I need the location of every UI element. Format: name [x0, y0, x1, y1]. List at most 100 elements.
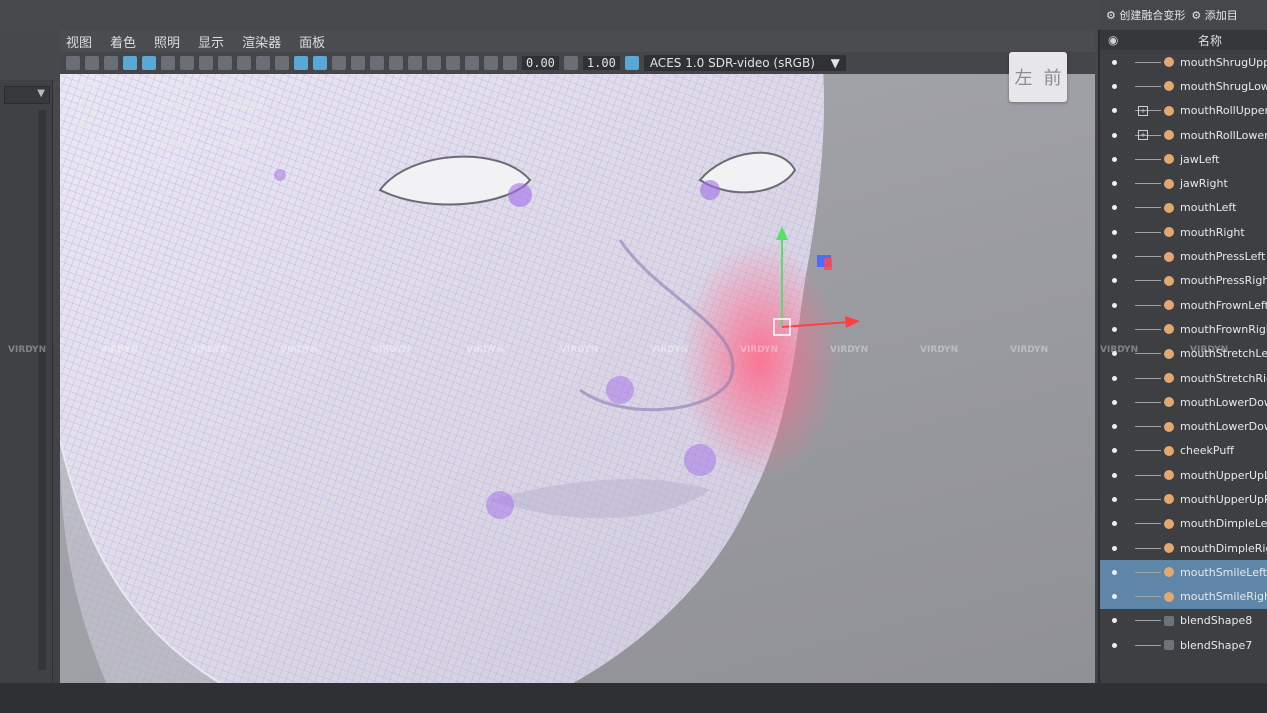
gate-mask-icon[interactable] [218, 56, 232, 70]
viewcube-left-face[interactable]: 左 [1015, 64, 1033, 90]
visibility-dot-icon[interactable] [1112, 642, 1117, 648]
camera-icon[interactable] [66, 56, 80, 70]
ambient-occlusion-icon[interactable] [389, 56, 403, 70]
menu-shading[interactable]: 着色 [110, 32, 136, 51]
gamma-icon[interactable] [563, 56, 578, 70]
smooth-shade-icon[interactable] [294, 56, 308, 70]
visibility-dot-icon[interactable] [1112, 59, 1117, 65]
camera-attributes-icon[interactable] [85, 56, 99, 70]
visibility-dot-icon[interactable] [1112, 569, 1117, 575]
visibility-dot-icon[interactable] [1112, 496, 1117, 502]
expand-icon[interactable]: + [1138, 105, 1148, 116]
wireframe-on-shaded-icon[interactable] [313, 56, 327, 70]
exposure-icon[interactable] [503, 56, 517, 70]
outliner-row[interactable]: mouthSmileRight [1100, 584, 1267, 609]
hud-value: 965030 [152, 158, 191, 169]
visibility-dot-icon[interactable] [1112, 472, 1117, 478]
outliner-row[interactable]: mouthUpperUpRight [1100, 487, 1267, 511]
outliner-row[interactable]: mouthRight [1100, 220, 1267, 244]
visibility-dot-icon[interactable] [1112, 302, 1117, 308]
multisample-icon[interactable] [427, 56, 441, 70]
menu-view[interactable]: 视图 [66, 32, 92, 51]
visibility-dot-icon[interactable] [1112, 618, 1117, 624]
add-target-button[interactable]: ⚙ 添加目 [1191, 7, 1237, 23]
outliner-row[interactable]: mouthShrugUpper [1100, 50, 1267, 74]
outliner-item-label: mouthFrownRight [1180, 322, 1267, 336]
wireframe-icon[interactable] [275, 56, 289, 70]
expand-icon[interactable]: + [1138, 130, 1148, 141]
resolution-gate-icon[interactable] [199, 56, 213, 70]
menu-panels[interactable]: 面板 [299, 32, 325, 51]
bookmark-icon[interactable] [104, 56, 118, 70]
xray-joints-icon[interactable] [484, 56, 498, 70]
3d-viewport[interactable]: 视图 着色 照明 显示 渲染器 面板 0.00 1.00 ACES 1.0 SD… [60, 30, 1095, 713]
textured-icon[interactable] [332, 56, 346, 70]
outliner-row[interactable]: jawLeft [1100, 147, 1267, 171]
outliner-row[interactable]: mouthDimpleLeft [1100, 512, 1267, 536]
outliner-item-label: mouthDimpleRight [1180, 541, 1267, 555]
hud-row: 边 2484577 168825 0 [78, 97, 360, 116]
menu-show[interactable]: 显示 [198, 32, 224, 51]
visibility-dot-icon[interactable] [1112, 545, 1117, 551]
visibility-dot-icon[interactable] [1112, 132, 1117, 138]
depth-of-field-icon[interactable] [446, 56, 460, 70]
menu-renderer[interactable]: 渲染器 [242, 32, 281, 51]
visibility-dot-icon[interactable] [1112, 108, 1117, 114]
outliner-row[interactable]: mouthPressLeft [1100, 244, 1267, 268]
colorspace-dropdown[interactable]: ACES 1.0 SDR-video (sRGB) ▼ [643, 55, 846, 71]
visibility-dot-icon[interactable] [1112, 375, 1117, 381]
view-cube[interactable]: 左 前 [1009, 52, 1067, 102]
visibility-dot-icon[interactable] [1112, 521, 1117, 527]
panel-dropdown[interactable]: ▼ [4, 86, 50, 104]
exposure-field[interactable]: 0.00 [522, 56, 559, 70]
xray-icon[interactable] [465, 56, 479, 70]
visibility-dot-icon[interactable] [1112, 229, 1117, 235]
visibility-dot-icon[interactable] [1112, 156, 1117, 162]
visibility-dot-icon[interactable] [1112, 448, 1117, 454]
color-management-icon[interactable] [624, 56, 639, 70]
safe-action-icon[interactable] [256, 56, 270, 70]
outliner-row[interactable]: mouthSmileLeft [1100, 560, 1267, 585]
visibility-dot-icon[interactable] [1112, 181, 1117, 187]
outliner-row[interactable]: mouthUpperUpLeft [1100, 463, 1267, 487]
outliner-row[interactable]: mouthRollLower + [1100, 123, 1267, 147]
gamma-field[interactable]: 1.00 [582, 56, 620, 70]
visibility-dot-icon[interactable] [1112, 594, 1117, 600]
visibility-dot-icon[interactable] [1112, 83, 1117, 89]
outliner-row[interactable]: blendShape7 [1100, 633, 1267, 657]
grease-pencil-icon[interactable] [142, 56, 156, 70]
left-scrollbar[interactable] [38, 110, 46, 670]
visibility-dot-icon[interactable] [1112, 399, 1117, 405]
outliner-row[interactable]: mouthFrownLeft [1100, 293, 1267, 317]
target-weight-icon [1164, 324, 1174, 335]
outliner-row[interactable]: mouthLowerDownRight [1100, 414, 1267, 438]
outliner-row[interactable]: mouthStretchRight [1100, 366, 1267, 390]
visibility-dot-icon[interactable] [1112, 326, 1117, 332]
outliner-row[interactable]: mouthLowerDownLeft [1100, 390, 1267, 414]
outliner-row[interactable]: mouthPressRight [1100, 269, 1267, 293]
outliner-row[interactable]: mouthFrownRight [1100, 317, 1267, 341]
isolate-icon[interactable] [123, 56, 137, 70]
create-blendshape-button[interactable]: ⚙ 创建融合变形 [1106, 7, 1185, 23]
visibility-dot-icon[interactable] [1112, 278, 1117, 284]
shadows-icon[interactable] [370, 56, 384, 70]
outliner-row[interactable]: mouthDimpleRight [1100, 536, 1267, 560]
menu-lighting[interactable]: 照明 [154, 32, 180, 51]
motion-blur-icon[interactable] [408, 56, 422, 70]
viewcube-front-face[interactable]: 前 [1044, 64, 1062, 90]
visibility-dot-icon[interactable] [1112, 424, 1117, 430]
outliner-row[interactable]: mouthLeft [1100, 196, 1267, 220]
chevron-down-icon: ▼ [830, 56, 840, 70]
film-gate-icon[interactable] [180, 56, 194, 70]
outliner-row[interactable]: blendShape8 [1100, 609, 1267, 633]
grid-icon[interactable] [161, 56, 175, 70]
outliner-row[interactable]: mouthRollUpper + [1100, 99, 1267, 123]
field-chart-icon[interactable] [237, 56, 251, 70]
outliner-row[interactable]: mouthShrugLower [1100, 74, 1267, 98]
outliner-row[interactable]: cheekPuff [1100, 439, 1267, 463]
visibility-dot-icon[interactable] [1112, 254, 1117, 260]
lights-icon[interactable] [351, 56, 365, 70]
visibility-dot-icon[interactable] [1112, 205, 1117, 211]
eye-icon[interactable]: ◉ [1108, 33, 1122, 47]
outliner-row[interactable]: jawRight [1100, 171, 1267, 195]
